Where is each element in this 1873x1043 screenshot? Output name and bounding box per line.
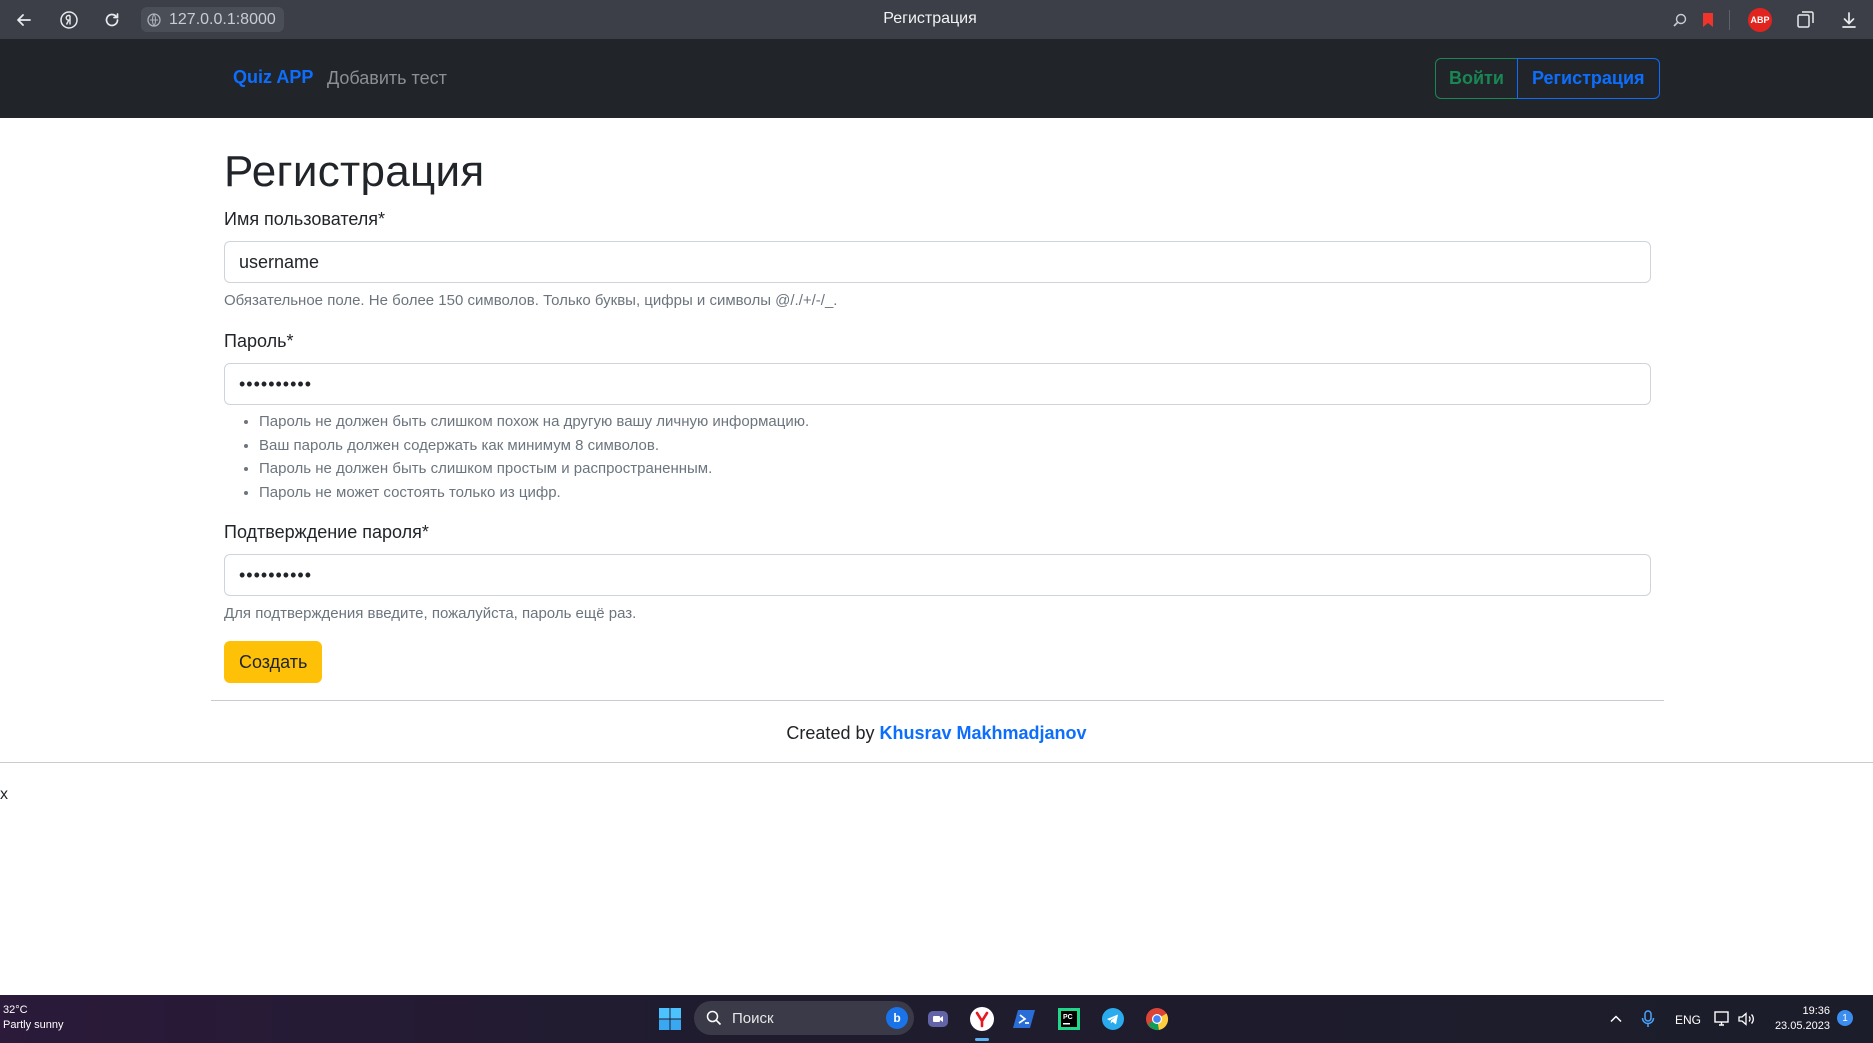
microphone-icon[interactable] bbox=[1632, 1003, 1664, 1035]
tabs-icon[interactable] bbox=[1793, 8, 1817, 32]
auth-button-group: Войти Регистрация bbox=[1435, 58, 1660, 99]
site-navbar: Quiz APP Добавить тест Войти Регистрация bbox=[0, 39, 1873, 118]
zoom-icon[interactable] bbox=[1668, 8, 1692, 32]
volume-icon[interactable] bbox=[1731, 1003, 1763, 1035]
page-title: Регистрация bbox=[224, 147, 485, 196]
adblock-icon[interactable]: ABP bbox=[1748, 8, 1772, 32]
weather-widget[interactable]: 32°C Partly sunny bbox=[3, 1003, 64, 1033]
footer-divider bbox=[211, 700, 1664, 701]
notification-badge[interactable]: 1 bbox=[1837, 1010, 1853, 1026]
footer-created-by: Created by bbox=[786, 723, 875, 743]
search-placeholder: Поиск bbox=[732, 1009, 774, 1027]
chrome-icon[interactable] bbox=[1141, 1003, 1173, 1035]
telegram-icon[interactable] bbox=[1097, 1003, 1129, 1035]
weather-description: Partly sunny bbox=[3, 1019, 64, 1031]
username-label: Имя пользователя* bbox=[224, 209, 386, 229]
password-confirm-input[interactable] bbox=[224, 554, 1651, 596]
stray-text: x bbox=[0, 786, 8, 803]
system-clock[interactable]: 19:36 23.05.2023 bbox=[1768, 1004, 1830, 1034]
powershell-icon[interactable] bbox=[1009, 1003, 1041, 1035]
pycharm-icon[interactable]: PC bbox=[1053, 1003, 1085, 1035]
password-confirm-label: Подтверждение пароля* bbox=[224, 522, 429, 542]
search-icon bbox=[706, 1010, 722, 1026]
active-app-indicator bbox=[975, 1038, 989, 1041]
username-help: Обязательное поле. Не более 150 символов… bbox=[224, 292, 838, 309]
password-rules-list: Пароль не должен быть слишком похож на д… bbox=[224, 410, 809, 504]
brand-link[interactable]: Quiz APP bbox=[233, 67, 313, 88]
password-rule: Пароль не может состоять только из цифр. bbox=[259, 481, 809, 505]
bookmark-icon[interactable] bbox=[1696, 8, 1720, 32]
add-test-link[interactable]: Добавить тест bbox=[327, 68, 447, 89]
password-rule: Ваш пароль должен содержать как минимум … bbox=[259, 434, 809, 458]
create-button[interactable]: Создать bbox=[224, 641, 323, 683]
password-input[interactable] bbox=[224, 363, 1651, 405]
chevron-up-icon[interactable] bbox=[1600, 1003, 1632, 1035]
login-button[interactable]: Войти bbox=[1435, 58, 1518, 99]
download-icon[interactable] bbox=[1837, 8, 1861, 32]
windows-start-icon[interactable] bbox=[654, 1003, 686, 1035]
password-rule: Пароль не должен быть слишком похож на д… bbox=[259, 410, 809, 434]
language-indicator[interactable]: ENG bbox=[1675, 1013, 1701, 1027]
toolbar-divider bbox=[1729, 10, 1730, 30]
page-divider bbox=[0, 762, 1873, 763]
password-rule: Пароль не должен быть слишком простым и … bbox=[259, 457, 809, 481]
clock-time: 19:36 bbox=[1802, 1005, 1830, 1017]
browser-toolbar: 127.0.0.1:8000 Регистрация ABP bbox=[0, 0, 1873, 39]
yandex-browser-icon[interactable] bbox=[966, 1003, 998, 1035]
register-button[interactable]: Регистрация bbox=[1516, 58, 1660, 99]
weather-temperature: 32°C bbox=[3, 1004, 28, 1016]
bing-icon[interactable]: b bbox=[886, 1007, 908, 1029]
password-label: Пароль* bbox=[224, 331, 294, 351]
username-input[interactable] bbox=[224, 241, 1651, 283]
clock-date: 23.05.2023 bbox=[1774, 1020, 1830, 1032]
teams-icon[interactable] bbox=[922, 1003, 954, 1035]
svg-text:PC: PC bbox=[1063, 1014, 1073, 1021]
taskbar: 32°C Partly sunny Поиск b PC ENG 19:36 2… bbox=[0, 995, 1873, 1043]
footer: Created by Khusrav Makhmadjanov bbox=[0, 723, 1873, 744]
taskbar-search[interactable]: Поиск b bbox=[694, 1001, 914, 1035]
password-confirm-help: Для подтверждения введите, пожалуйста, п… bbox=[224, 605, 637, 622]
tab-title: Регистрация bbox=[883, 10, 977, 27]
author-link[interactable]: Khusrav Makhmadjanov bbox=[880, 723, 1087, 743]
